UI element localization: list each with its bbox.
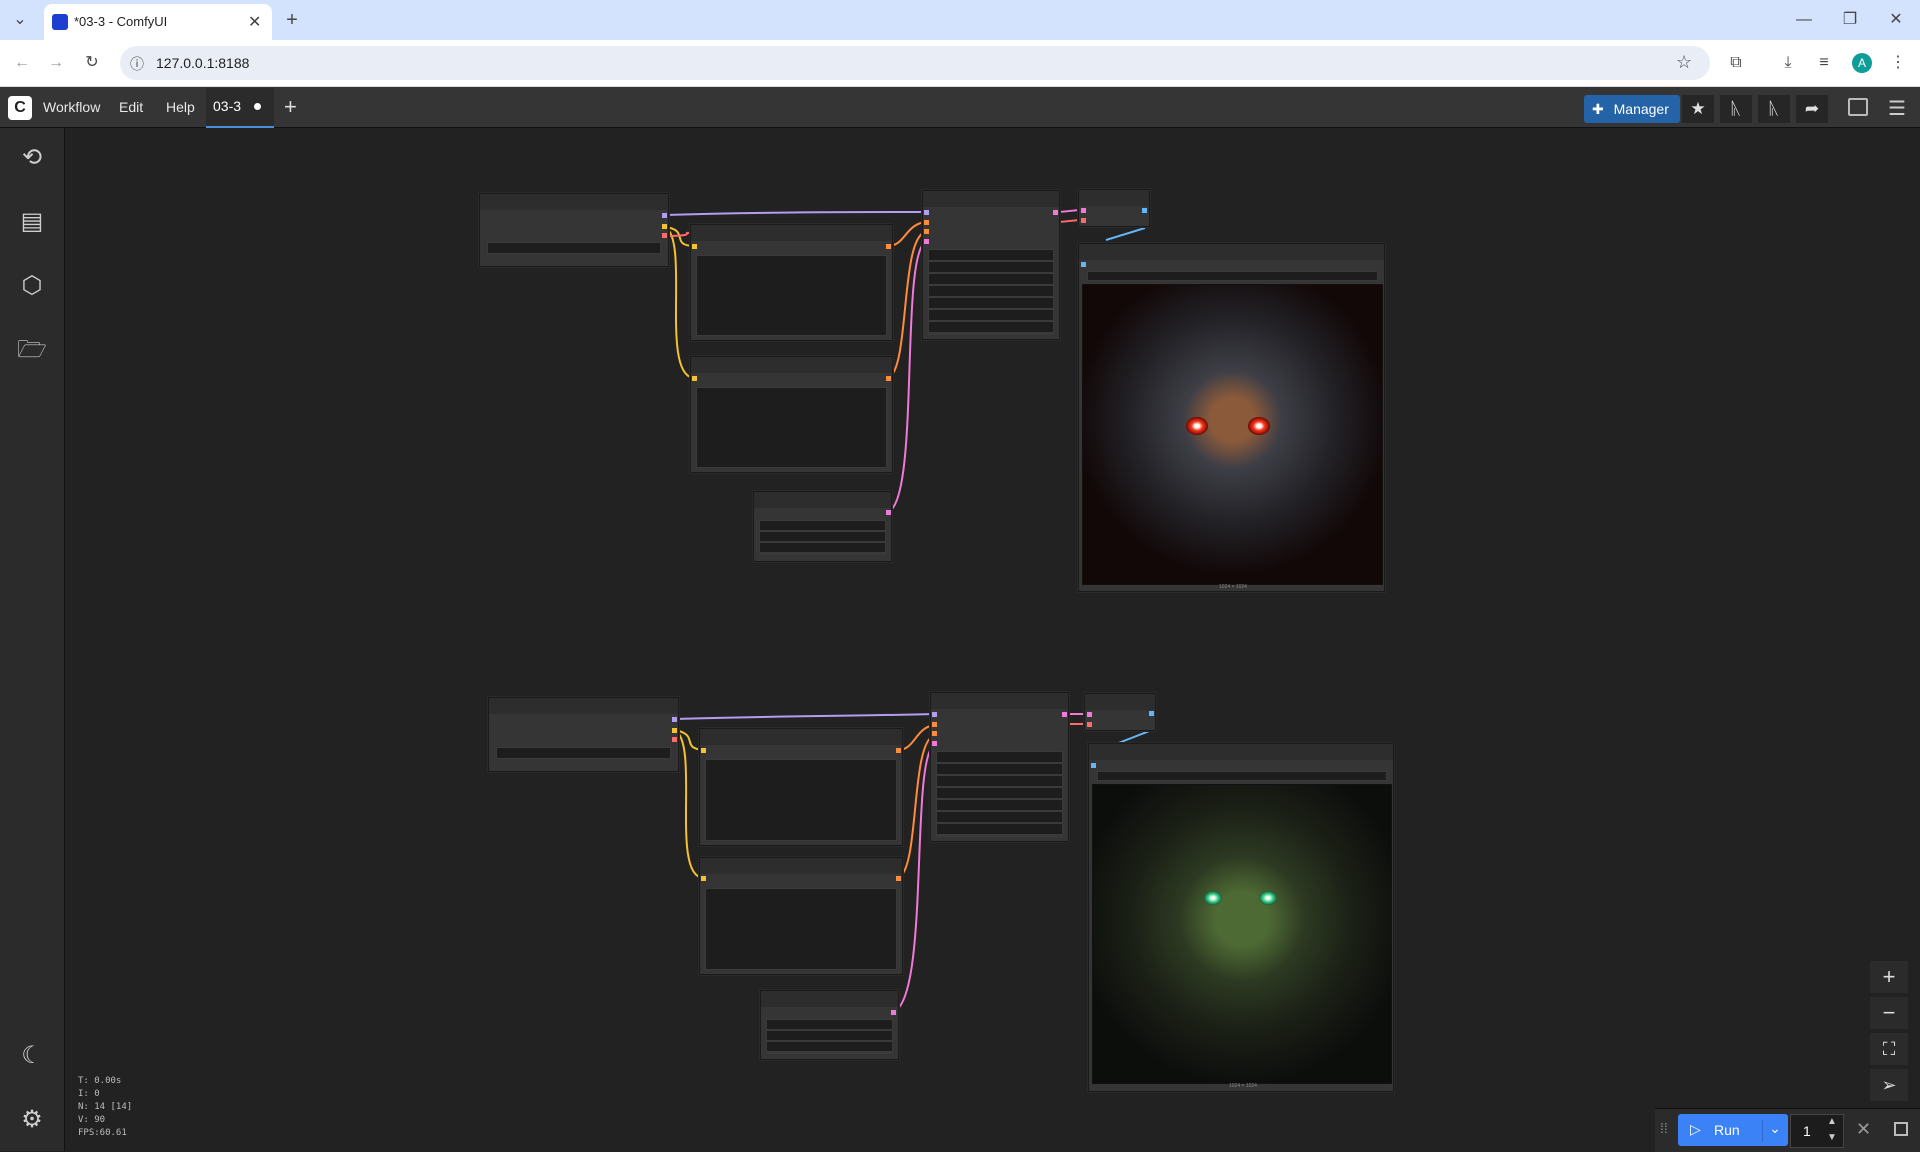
slot-save-in bbox=[1081, 262, 1086, 267]
slot-ks-model-in-2 bbox=[932, 712, 937, 717]
slot-clip-in-2 bbox=[701, 748, 706, 753]
slot-vae-out-2 bbox=[672, 737, 677, 742]
run-dropdown-chevron-icon[interactable]: ⌄ bbox=[1762, 1120, 1787, 1142]
slot-latent-out bbox=[886, 510, 891, 515]
slot-ks-pos-in-2 bbox=[932, 722, 937, 727]
stat-time: T: 0.00s bbox=[78, 1076, 122, 1086]
fit-view-icon[interactable]: ⛶ bbox=[1870, 1033, 1908, 1065]
slot-cond-out bbox=[886, 244, 891, 249]
slot-ks-out-2 bbox=[1062, 712, 1067, 717]
cancel-run-icon[interactable]: ✕ bbox=[1856, 1119, 1871, 1140]
slot-ks-neg-in bbox=[924, 229, 929, 234]
slot-ks-neg-in-2 bbox=[932, 731, 937, 736]
queue-panel-toggle-icon[interactable] bbox=[1894, 1122, 1908, 1136]
slot-cond-out-neg-2 bbox=[896, 876, 901, 881]
slot-ks-out bbox=[1053, 210, 1058, 215]
batch-count-input[interactable]: 1 ▲ ▼ bbox=[1790, 1114, 1844, 1148]
slot-ks-model-in bbox=[924, 210, 929, 215]
stat-nodes: N: 14 [14] bbox=[78, 1102, 133, 1112]
slot-clip-out bbox=[662, 224, 667, 229]
increment-icon[interactable]: ▲ bbox=[1827, 1116, 1837, 1127]
run-button[interactable]: ▷ Run ⌄ bbox=[1678, 1114, 1788, 1146]
zoom-out-button[interactable]: − bbox=[1870, 997, 1908, 1029]
slot-image-out-2 bbox=[1149, 711, 1154, 716]
slot-clip-in-neg-2 bbox=[701, 876, 706, 881]
run-label: Run bbox=[1714, 1122, 1740, 1138]
slot-clip-in-neg bbox=[692, 376, 697, 381]
stat-v: V: 90 bbox=[78, 1115, 106, 1125]
slot-vae-in-2 bbox=[1087, 722, 1092, 727]
slot-save-in-2 bbox=[1091, 763, 1096, 768]
slot-model-out bbox=[662, 213, 667, 218]
slot-cond-out-neg bbox=[886, 376, 891, 381]
slot-image-out bbox=[1142, 208, 1147, 213]
slot-ks-pos-in bbox=[924, 220, 929, 225]
decrement-icon[interactable]: ▼ bbox=[1827, 1132, 1837, 1143]
stat-i: I: 0 bbox=[78, 1089, 100, 1099]
slot-ks-latent-in-2 bbox=[932, 741, 937, 746]
slot-vae-in bbox=[1081, 218, 1086, 223]
stat-fps: FPS:60.61 bbox=[78, 1128, 127, 1138]
slot-vae-samples-in bbox=[1081, 208, 1086, 213]
slot-clip-out-2 bbox=[672, 728, 677, 733]
drag-handle-icon[interactable]: ⁞⁞ bbox=[1660, 1120, 1668, 1136]
node-slots bbox=[662, 208, 1154, 1015]
batch-count-value: 1 bbox=[1803, 1123, 1811, 1139]
canvas-stats: T: 0.00s I: 0 N: 14 [14] V: 90 FPS:60.61 bbox=[78, 1075, 132, 1140]
zoom-in-button[interactable]: + bbox=[1870, 961, 1908, 993]
play-icon: ▷ bbox=[1690, 1121, 1701, 1137]
slot-vae-out bbox=[662, 233, 667, 238]
toggle-link-visibility-icon[interactable]: ➢ bbox=[1870, 1069, 1908, 1101]
slot-cond-out-2 bbox=[896, 748, 901, 753]
slot-vae-samples-in-2 bbox=[1087, 712, 1092, 717]
slot-model-out-2 bbox=[672, 717, 677, 722]
slot-ks-latent-in bbox=[924, 239, 929, 244]
slot-clip-in bbox=[692, 244, 697, 249]
slot-latent-out-2 bbox=[891, 1010, 896, 1015]
